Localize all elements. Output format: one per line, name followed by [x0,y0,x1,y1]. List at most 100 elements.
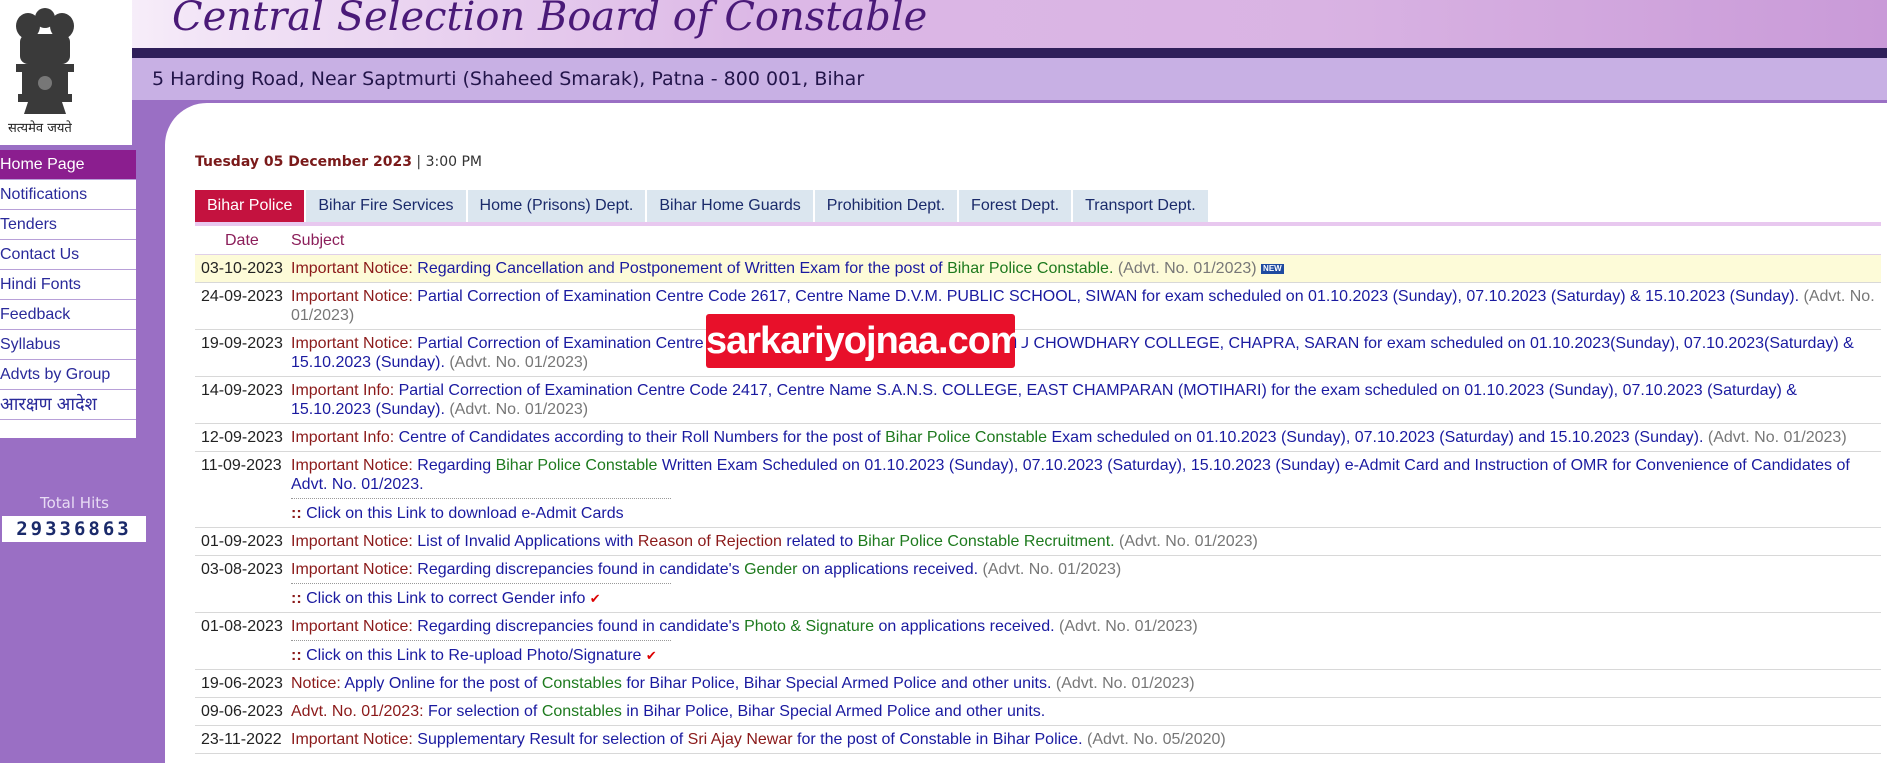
sidebar-item-feedback[interactable]: Feedback [0,300,148,330]
sidebar-item-reservation-order[interactable]: आरक्षण आदेश [0,390,148,420]
notice-highlight[interactable]: Constables [542,703,622,720]
table-row: 23-11-2022 Important Notice: Supplementa… [195,726,1881,754]
advt-number: (Advt. No. 01/2023) [1059,618,1198,635]
notice-text[interactable]: Regarding Cancellation and Postponement … [417,260,942,277]
notice-highlight[interactable]: Photo & Signature [744,618,874,635]
sidebar-item-hindi-fonts[interactable]: Hindi Fonts [0,270,148,300]
notice-text[interactable]: Regarding discrepancies found in candida… [417,561,739,578]
notice-emphasis[interactable]: Sri Ajay Newar [688,731,793,748]
notice-text-cont[interactable]: for Bihar Police, Bihar Special Armed Po… [626,675,1051,692]
notice-label: Notice: [291,675,341,692]
table-row: 14-09-2023 Important Info: Partial Corre… [195,377,1881,424]
sidebar-item-notifications[interactable]: Notifications [0,180,148,210]
lion-capital-icon [16,8,74,114]
notice-text-cont[interactable]: on applications received. [878,618,1054,635]
row-date: 11-09-2023 [201,457,282,474]
table-header: Date Subject [195,228,1881,255]
notice-text[interactable]: Regarding discrepancies found in candida… [417,618,739,635]
notice-text[interactable]: Apply Online for the post of [344,675,537,692]
notice-text-cont[interactable]: Exam scheduled on 01.10.2023 (Sunday), 0… [1051,429,1703,446]
row-subject[interactable]: Notice: Apply Online for the post of Con… [291,670,1881,697]
photo-upload-link[interactable]: :: Click on this Link to Re-upload Photo… [291,640,671,665]
advt-number: (Advt. No. 01/2023) [1117,260,1257,277]
link-bullet-icon: :: [291,590,302,607]
sidebar-item-tenders[interactable]: Tenders [0,210,148,240]
notice-text[interactable]: Regarding [417,457,491,474]
table-row: 01-09-2023 Important Notice: List of Inv… [195,528,1881,556]
notice-highlight[interactable]: Bihar Police Constable [496,457,658,474]
notice-label: Important Notice: [291,260,413,277]
notice-text-cont[interactable]: for the post of Constable in Bihar Polic… [797,731,1083,748]
notice-label: Important Notice: [291,288,413,305]
notice-text[interactable]: Centre of Candidates according to their … [399,429,881,446]
notice-highlight[interactable]: Constables [542,675,622,692]
notice-text-cont[interactable]: in Bihar Police, Bihar Special Armed Pol… [626,703,1045,720]
tab-home-prisons[interactable]: Home (Prisons) Dept. [467,190,648,222]
row-subject[interactable]: Important Notice: Regarding discrepancie… [291,556,1881,612]
row-subject[interactable]: Important Notice: Regarding Cancellation… [291,255,1881,282]
sidebar-item-home[interactable]: Home Page [0,150,148,180]
row-date: 09-06-2023 [201,703,283,720]
notice-label: Important Notice: [291,561,413,578]
table-row: 11-09-2023 Important Notice: Regarding B… [195,452,1881,528]
notice-emphasis[interactable]: Reason of Rejection [638,533,782,550]
tab-bihar-home-guards[interactable]: Bihar Home Guards [647,190,815,222]
table-row: 03-10-2023 Important Notice: Regarding C… [195,255,1881,283]
row-date: 19-09-2023 [201,335,283,352]
row-subject[interactable]: Important Notice: Regarding discrepancie… [291,613,1881,669]
tab-bihar-fire-services[interactable]: Bihar Fire Services [306,190,468,222]
row-subject[interactable]: Important Notice: Regarding Bihar Police… [291,452,1881,527]
row-date: 12-09-2023 [201,429,283,446]
notice-text-cont[interactable]: related to [786,533,853,550]
notice-highlight[interactable]: Bihar Police Constable. [947,260,1113,277]
sidebar-item-advts-by-group[interactable]: Advts by Group [0,360,148,390]
menu-edge [136,150,148,480]
row-subject[interactable]: Important Notice: List of Invalid Applic… [291,528,1881,555]
row-subject[interactable]: Important Info: Centre of Candidates acc… [291,424,1881,451]
row-date: 03-10-2023 [201,260,283,277]
sidebar-item-syllabus[interactable]: Syllabus [0,330,148,360]
row-subject[interactable]: Advt. No. 01/2023: For selection of Cons… [291,698,1881,725]
row-subject[interactable]: Important Notice: Supplementary Result f… [291,726,1881,753]
advt-number: (Advt. No. 01/2023) [1055,675,1195,692]
advt-number: (Advt. No. 05/2020) [1086,731,1226,748]
notice-label: Advt. No. 01/2023: [291,703,424,720]
gender-correction-link[interactable]: :: Click on this Link to correct Gender … [291,583,671,608]
link-text[interactable]: Click on this Link to Re-upload Photo/Si… [306,647,641,664]
notice-highlight[interactable]: Bihar Police Constable Recruitment. [858,533,1115,550]
notice-text[interactable]: For selection of [428,703,537,720]
row-date: 19-06-2023 [201,675,283,692]
advt-number: (Advt. No. 01/2023) [449,354,589,371]
new-badge-icon: NEW [1261,263,1284,274]
link-text[interactable]: Click on this Link to download e-Admit C… [306,505,623,522]
current-time: 3:00 PM [425,154,483,170]
admit-card-link[interactable]: :: Click on this Link to download e-Admi… [291,498,671,523]
tab-prohibition[interactable]: Prohibition Dept. [814,190,960,222]
row-subject[interactable]: Important Info: Partial Correction of Ex… [291,377,1881,423]
checkmark-icon: ✔ [645,648,657,663]
tab-transport[interactable]: Transport Dept. [1073,190,1210,222]
notice-text[interactable]: Supplementary Result for selection of [417,731,683,748]
sidebar-menu: Home Page Notifications Tenders Contact … [0,150,148,438]
row-subject[interactable]: Important Notice: Partial Correction of … [291,330,1881,376]
notice-highlight[interactable]: Bihar Police Constable [885,429,1047,446]
tab-bihar-police[interactable]: Bihar Police [195,190,307,222]
notice-highlight[interactable]: Gender [744,561,797,578]
advt-number: (Advt. No. 01/2023) [982,561,1122,578]
date-separator: | [416,154,422,170]
checkmark-icon: ✔ [589,591,601,606]
row-subject[interactable]: Important Notice: Partial Correction of … [291,283,1881,329]
advt-number: (Advt. No. 01/2023) [449,401,589,418]
notice-text[interactable]: List of Invalid Applications with [417,533,633,550]
sidebar-item-contact[interactable]: Contact Us [0,240,148,270]
notice-label: Important Notice: [291,335,413,352]
link-bullet-icon: :: [291,647,302,664]
notice-table: Date Subject 03-10-2023 Important Notice… [195,228,1881,754]
link-text[interactable]: Click on this Link to correct Gender inf… [306,590,585,607]
notice-text-cont[interactable]: on applications received. [802,561,978,578]
menu-spacer [0,420,148,438]
tab-forest[interactable]: Forest Dept. [959,190,1074,222]
notice-label: Important Info: [291,429,395,446]
notice-text[interactable]: Partial Correction of Examination Centre… [417,288,1799,305]
notice-label: Important Notice: [291,533,413,550]
